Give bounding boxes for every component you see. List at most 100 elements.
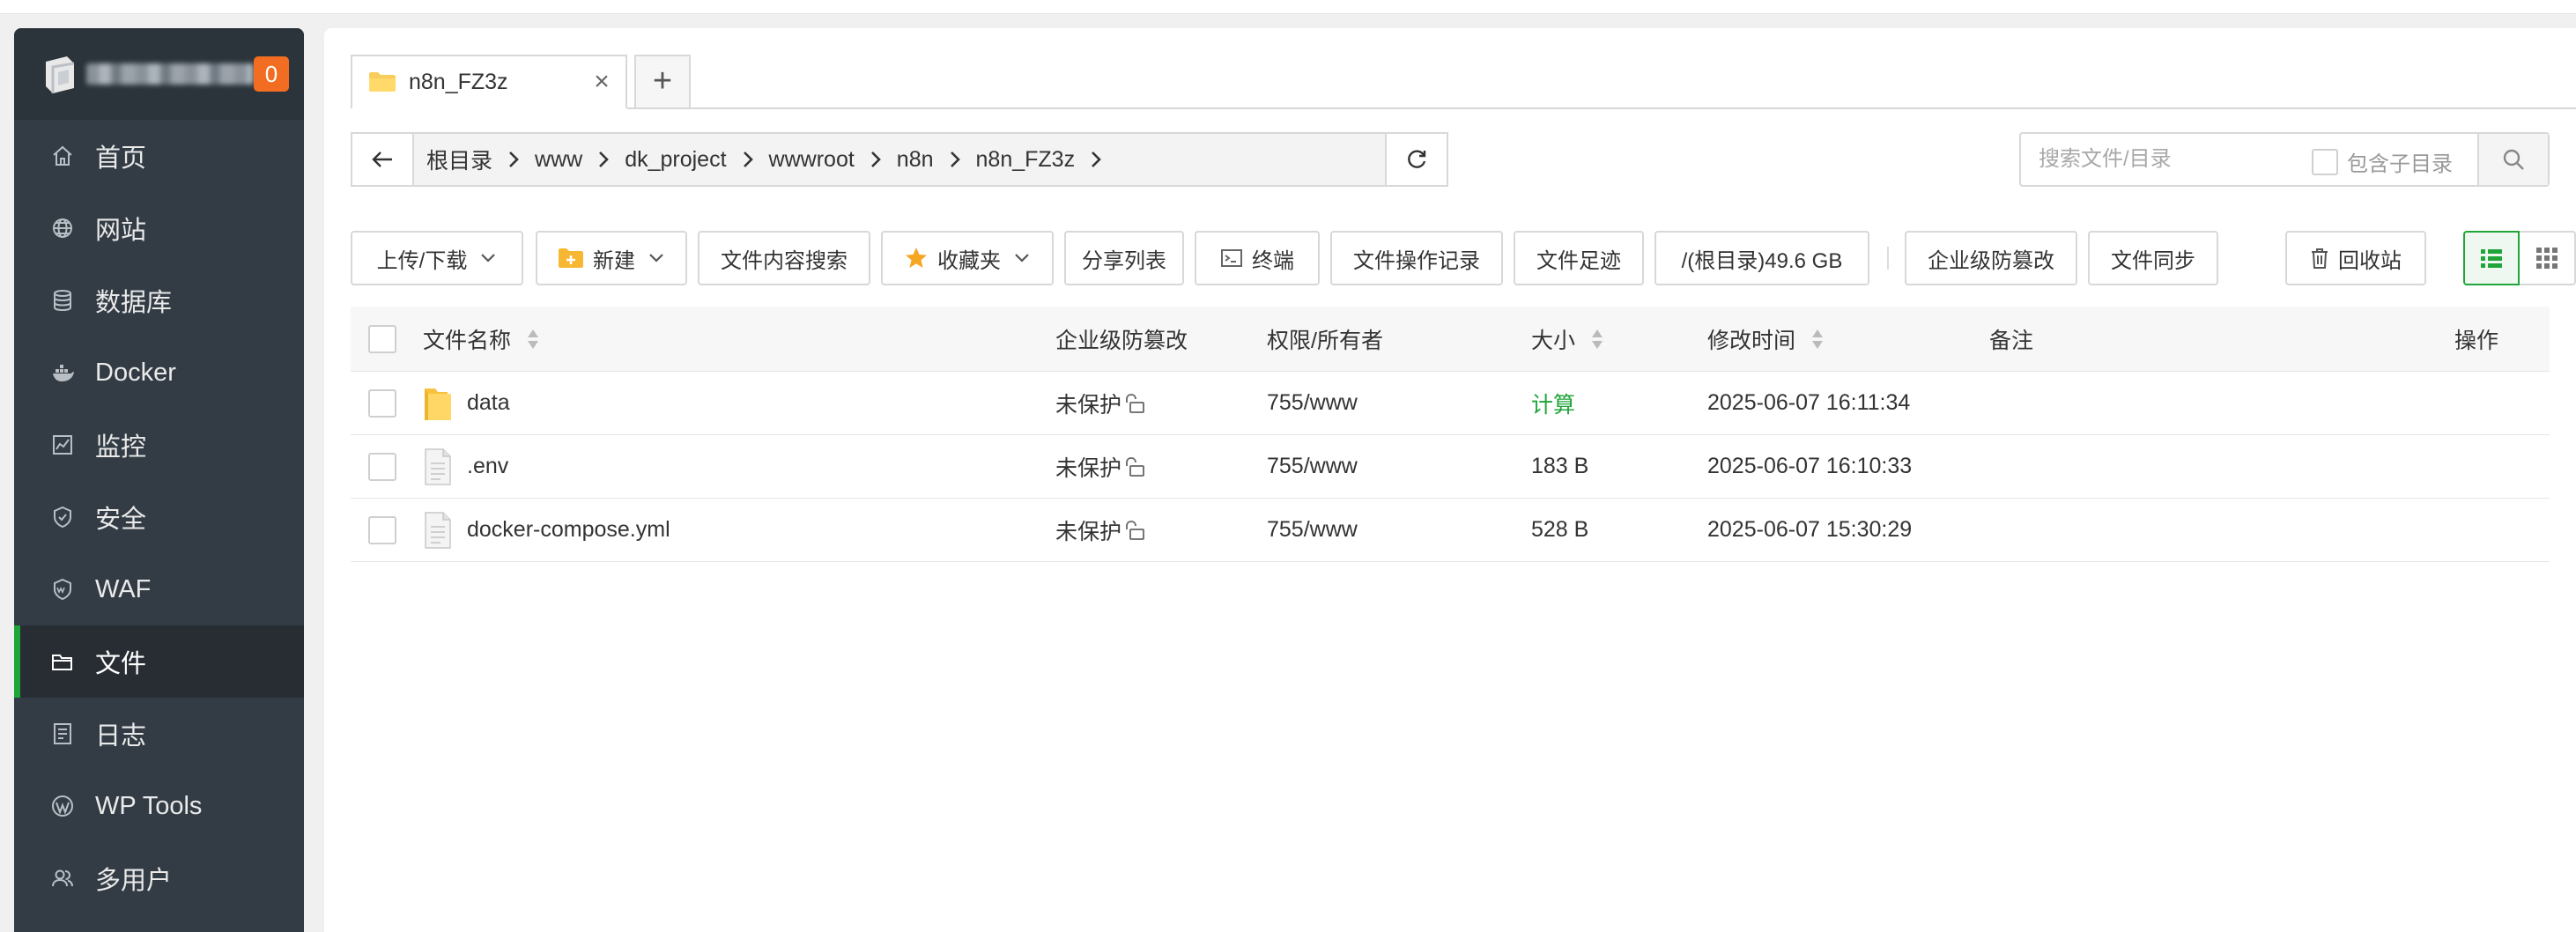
sidebar-item-home[interactable]: 首页	[14, 120, 304, 192]
file-name-cell[interactable]: data	[423, 372, 510, 434]
sidebar-item-security[interactable]: 安全	[14, 481, 304, 553]
breadcrumb-item-n8n-fz3z[interactable]: n8n_FZ3z	[976, 147, 1076, 173]
content-search-button[interactable]: 文件内容搜索	[698, 231, 870, 285]
tamper-proof-button[interactable]: 企业级防篡改	[1905, 231, 2077, 285]
col-mtime-header[interactable]: 修改时间	[1707, 307, 1825, 371]
breadcrumb-item-www[interactable]: www	[535, 147, 582, 173]
select-all-checkbox[interactable]	[368, 307, 396, 371]
sidebar-item-waf[interactable]: WAF	[14, 553, 304, 625]
chevron-right-icon	[855, 149, 897, 170]
sidebar-item-label: 文件	[95, 650, 147, 678]
sidebar-item-website[interactable]: 网站	[14, 192, 304, 264]
checkbox[interactable]	[368, 324, 396, 353]
perm-value[interactable]: 755/www	[1267, 517, 1358, 543]
checkbox[interactable]	[368, 452, 396, 481]
sidebar-header: 0	[14, 28, 304, 120]
breadcrumb-item-dk-project[interactable]: dk_project	[625, 147, 726, 173]
sidebar-item-files[interactable]: 文件	[14, 625, 304, 698]
checkbox[interactable]	[368, 388, 396, 418]
log-icon	[49, 721, 76, 747]
mtime-value: 2025-06-07 16:10:33	[1707, 454, 1913, 478]
perm-value[interactable]: 755/www	[1267, 454, 1358, 479]
list-view-toggle[interactable]	[2463, 231, 2520, 285]
file-name-cell[interactable]: docker-compose.yml	[423, 499, 670, 561]
server-name-blurred	[86, 63, 254, 85]
row-checkbox[interactable]	[368, 372, 396, 434]
database-icon	[49, 287, 76, 314]
breadcrumb-item-root[interactable]: 根目录	[426, 144, 492, 175]
mtime-value: 2025-06-07 16:11:34	[1707, 390, 1911, 415]
disk-usage-button[interactable]: /(根目录)49.6 GB	[1654, 231, 1869, 285]
file-name[interactable]: docker-compose.yml	[467, 517, 670, 543]
chevron-down-icon	[481, 254, 496, 263]
unlock-icon	[1126, 520, 1144, 540]
list-view-icon	[2481, 249, 2502, 268]
breadcrumb-item-n8n[interactable]: n8n	[897, 147, 934, 173]
row-checkbox[interactable]	[368, 435, 396, 498]
file-name[interactable]: .env	[467, 454, 508, 479]
table-row[interactable]: data 未保护 755/www 计算 2025-06-07 16:11:34	[351, 372, 2550, 435]
favorites-label: 收藏夹	[937, 248, 1001, 273]
refresh-button[interactable]	[1385, 134, 1447, 185]
sidebar-item-docker[interactable]: Docker	[14, 337, 304, 409]
grid-view-toggle[interactable]	[2520, 231, 2576, 285]
search-input[interactable]	[2021, 134, 2312, 185]
breadcrumb-item-wwwroot[interactable]: wwwroot	[769, 147, 855, 173]
star-icon	[906, 248, 927, 268]
size-cell[interactable]: 计算	[1531, 372, 1575, 434]
table-row[interactable]: .env 未保护 755/www 183 B 2025-06-07 16:10:…	[351, 435, 2550, 499]
table-row[interactable]: docker-compose.yml 未保护 755/www 528 B 202…	[351, 499, 2550, 562]
col-name-header[interactable]: 文件名称	[423, 307, 541, 371]
protect-status: 未保护	[1055, 519, 1122, 544]
include-subdir-checkbox[interactable]: 包含子目录	[2312, 146, 2453, 177]
col-size-header[interactable]: 大小	[1531, 307, 1605, 371]
new-label: 新建	[593, 248, 635, 273]
notification-badge[interactable]: 0	[254, 56, 289, 92]
favorites-button[interactable]: 收藏夹	[881, 231, 1054, 285]
col-size-label: 大小	[1531, 328, 1576, 353]
file-name[interactable]: data	[467, 390, 510, 416]
mtime-cell: 2025-06-07 16:11:34	[1707, 372, 1910, 434]
protect-status-cell[interactable]: 未保护	[1055, 499, 1146, 561]
sidebar-item-monitor[interactable]: 监控	[14, 409, 304, 481]
back-button[interactable]	[352, 134, 414, 185]
checkbox[interactable]	[368, 515, 396, 544]
terminal-button[interactable]: 终端	[1195, 231, 1320, 285]
perm-cell[interactable]: 755/www	[1267, 499, 1358, 561]
chevron-right-icon	[934, 149, 976, 170]
share-list-label: 分享列表	[1082, 248, 1166, 273]
search-button[interactable]	[2477, 134, 2548, 185]
protect-status-cell[interactable]: 未保护	[1055, 435, 1146, 498]
sidebar-item-database[interactable]: 数据库	[14, 264, 304, 337]
perm-cell[interactable]: 755/www	[1267, 372, 1358, 434]
file-name-cell[interactable]: .env	[423, 435, 508, 498]
protect-status-cell[interactable]: 未保护	[1055, 372, 1146, 434]
mtime-value: 2025-06-07 15:30:29	[1707, 517, 1913, 542]
share-list-button[interactable]: 分享列表	[1064, 231, 1184, 285]
sidebar-item-label: 首页	[95, 144, 147, 173]
globe-icon	[49, 215, 76, 241]
recycle-bin-button[interactable]: 回收站	[2285, 231, 2426, 285]
add-tab-button[interactable]: +	[634, 55, 691, 109]
row-checkbox[interactable]	[368, 499, 396, 561]
chevron-right-icon[interactable]	[1075, 149, 1117, 170]
sidebar-item-logs[interactable]: 日志	[14, 698, 304, 770]
terminal-label: 终端	[1252, 248, 1294, 273]
file-icon	[425, 511, 451, 549]
col-perm-header: 权限/所有者	[1267, 307, 1383, 371]
tab-label: n8n_FZ3z	[409, 69, 508, 94]
sidebar-item-wp-tools[interactable]: WP Tools	[14, 770, 304, 842]
perm-cell[interactable]: 755/www	[1267, 435, 1358, 498]
operation-log-button[interactable]: 文件操作记录	[1330, 231, 1503, 285]
calculate-size-link[interactable]: 计算	[1531, 388, 1575, 419]
new-button[interactable]: 新建	[536, 231, 687, 285]
checkbox[interactable]	[2312, 148, 2338, 175]
close-icon[interactable]: ×	[590, 69, 613, 95]
file-sync-button[interactable]: 文件同步	[2088, 231, 2218, 285]
upload-download-button[interactable]: 上传/下载	[351, 231, 523, 285]
shield-icon	[49, 504, 76, 530]
file-trace-button[interactable]: 文件足迹	[1514, 231, 1644, 285]
perm-value[interactable]: 755/www	[1267, 390, 1358, 416]
sidebar-item-multi-user[interactable]: 多用户	[14, 842, 304, 914]
tab-current-directory[interactable]: n8n_FZ3z ×	[351, 55, 627, 109]
